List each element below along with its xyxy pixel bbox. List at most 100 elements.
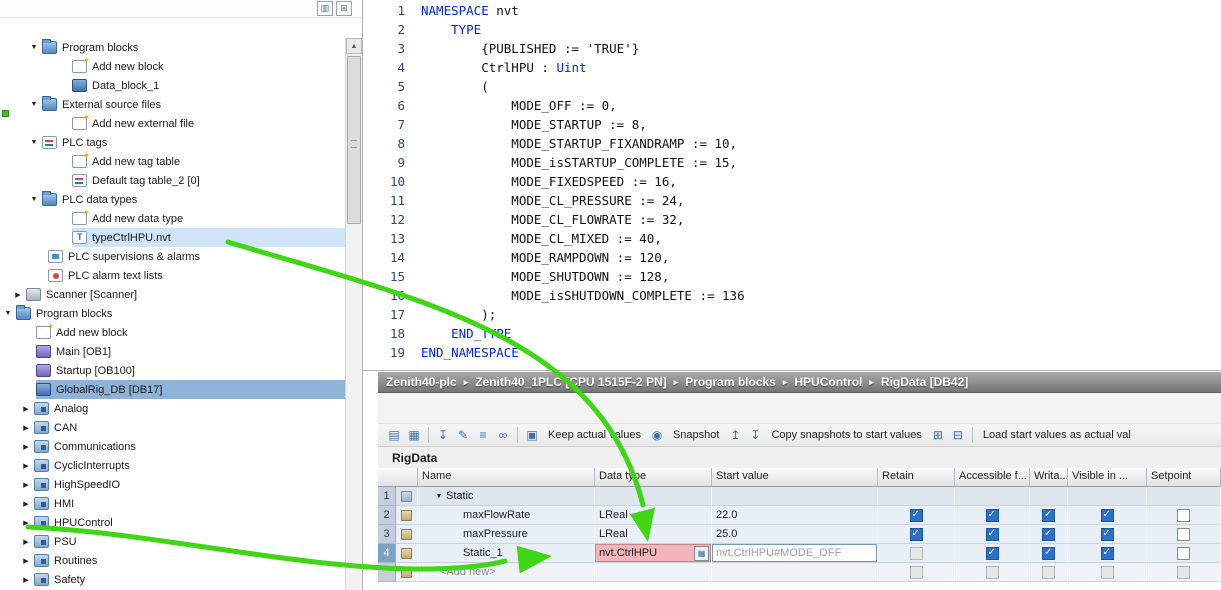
- cell-start-value[interactable]: [712, 563, 878, 582]
- tree-item-globalrig-db-db17[interactable]: GlobalRig_DB [DB17]: [0, 380, 345, 399]
- insert-row-icon[interactable]: ▤: [384, 426, 404, 445]
- chevron-down-icon[interactable]: ▼: [26, 139, 42, 146]
- tree-scrollbar[interactable]: ▲: [345, 38, 362, 590]
- accessible-checkbox[interactable]: [986, 528, 999, 541]
- cell-data-type[interactable]: LReal: [595, 525, 712, 544]
- tree-item-external-source-files[interactable]: ▼External source files: [0, 95, 345, 114]
- chevron-right-icon[interactable]: ▶: [18, 557, 34, 565]
- row-number[interactable]: 2: [378, 506, 396, 525]
- tree-item-safety[interactable]: ▶Safety: [0, 570, 345, 589]
- chevron-right-icon[interactable]: ▶: [18, 481, 34, 489]
- column-header-start-value[interactable]: Start value: [712, 468, 878, 487]
- monitor-icon[interactable]: ∞: [493, 426, 513, 445]
- tree-item-analog[interactable]: ▶Analog: [0, 399, 345, 418]
- list-icon[interactable]: ≡: [473, 426, 493, 445]
- tree-item-add-new-block[interactable]: Add new block: [0, 323, 345, 342]
- setpoint-checkbox[interactable]: [1177, 528, 1190, 541]
- panes-icon[interactable]: ▥: [317, 1, 333, 16]
- scrollbar-thumb[interactable]: [347, 56, 361, 224]
- visible-checkbox[interactable]: [1101, 509, 1114, 522]
- tree-item-psu[interactable]: ▶PSU: [0, 532, 345, 551]
- chevron-down-icon[interactable]: ▼: [0, 310, 16, 317]
- chevron-down-icon[interactable]: ▼: [26, 101, 42, 108]
- cell-name[interactable]: maxPressure: [418, 525, 595, 544]
- tree-item-hmi[interactable]: ▶HMI: [0, 494, 345, 513]
- tree-item-highspeedio[interactable]: ▶HighSpeedIO: [0, 475, 345, 494]
- chevron-right-icon[interactable]: ▶: [18, 405, 34, 413]
- breadcrumb-segment-rigdata-db42[interactable]: RigData [DB42]: [881, 375, 968, 389]
- column-header-visible-in[interactable]: Visible in ...: [1068, 468, 1147, 487]
- tree-item-plc-tags[interactable]: ▼PLC tags: [0, 133, 345, 152]
- visible-checkbox[interactable]: [1101, 528, 1114, 541]
- writable-checkbox[interactable]: [1042, 528, 1055, 541]
- column-header-name[interactable]: Name: [418, 468, 595, 487]
- column-header-setpoint[interactable]: Setpoint: [1147, 468, 1221, 487]
- chevron-down-icon[interactable]: ▼: [434, 493, 444, 500]
- cell-name[interactable]: ▼Static: [418, 487, 595, 506]
- accessible-checkbox[interactable]: [986, 547, 999, 560]
- tree-item-communications[interactable]: ▶Communications: [0, 437, 345, 456]
- setpoint-checkbox[interactable]: [1177, 547, 1190, 560]
- tree-item-data-block-1[interactable]: Data_block_1: [0, 76, 345, 95]
- chevron-down-icon[interactable]: ▼: [26, 196, 42, 203]
- tree-item-plc-alarm-text-lists[interactable]: PLC alarm text lists: [0, 266, 345, 285]
- cell-data-type[interactable]: nvt.CtrlHPU▦: [595, 544, 712, 563]
- tree-item-typectrlhpu-nvt[interactable]: typeCtrlHPU.nvt: [0, 228, 345, 247]
- tree-item-plc-data-types[interactable]: ▼PLC data types: [0, 190, 345, 209]
- column-header-data-type[interactable]: Data type: [595, 468, 712, 487]
- chevron-down-icon[interactable]: ▼: [26, 44, 42, 51]
- accessible-checkbox[interactable]: [986, 509, 999, 522]
- chevron-right-icon[interactable]: ▶: [18, 424, 34, 432]
- column-header-accessible-f[interactable]: Accessible f...: [955, 468, 1030, 487]
- writable-checkbox[interactable]: [1042, 547, 1055, 560]
- scroll-up-icon[interactable]: ▲: [346, 38, 362, 54]
- cell-start-value[interactable]: 25.0: [712, 525, 878, 544]
- row-number[interactable]: 1: [378, 487, 396, 506]
- column-header-writa[interactable]: Writa...: [1030, 468, 1068, 487]
- tree-item-add-new-block[interactable]: Add new block: [0, 57, 345, 76]
- tree-item-program-blocks[interactable]: ▼Program blocks: [0, 38, 345, 57]
- cell-data-type[interactable]: [595, 563, 712, 582]
- cell-name[interactable]: Static_1: [418, 544, 595, 563]
- add-row-icon[interactable]: ▦: [404, 426, 424, 445]
- code-editor[interactable]: 12345678910111213141516171819 NAMESPACE …: [363, 0, 1221, 371]
- cell-data-type[interactable]: LReal: [595, 506, 712, 525]
- retain-checkbox[interactable]: [910, 509, 923, 522]
- cell-start-value[interactable]: nvt.CtrlHPU#MODE_OFF: [712, 544, 878, 563]
- visible-checkbox[interactable]: [1101, 547, 1114, 560]
- tree-item-add-new-data-type[interactable]: Add new data type: [0, 209, 345, 228]
- cell-data-type[interactable]: [595, 487, 712, 506]
- tree-item-add-new-tag-table[interactable]: Add new tag table: [0, 152, 345, 171]
- snapshot-up-icon[interactable]: ↥: [725, 426, 745, 445]
- edit-icon[interactable]: ✎: [453, 426, 473, 445]
- snapshot-button[interactable]: Snapshot: [667, 429, 725, 441]
- chevron-right-icon[interactable]: ▶: [18, 519, 34, 527]
- load-start-values-button[interactable]: Load start values as actual val: [977, 429, 1137, 441]
- tree-item-main-ob1[interactable]: Main [OB1]: [0, 342, 345, 361]
- keep-actual-values-button[interactable]: Keep actual values: [542, 429, 647, 441]
- row-number[interactable]: [378, 563, 396, 582]
- cell-start-value[interactable]: [712, 487, 878, 506]
- tree-item-add-new-external-file[interactable]: Add new external file: [0, 114, 345, 133]
- snapshot-down-icon[interactable]: ↧: [745, 426, 765, 445]
- tree-item-program-blocks[interactable]: ▼Program blocks: [0, 304, 345, 323]
- float-window-icon[interactable]: ⊞: [336, 1, 352, 16]
- chevron-right-icon[interactable]: ▶: [18, 500, 34, 508]
- chevron-right-icon[interactable]: ▶: [18, 462, 34, 470]
- tree-item-can[interactable]: ▶CAN: [0, 418, 345, 437]
- import-icon[interactable]: ↧: [433, 426, 453, 445]
- datatype-browse-icon[interactable]: ▦: [694, 546, 709, 561]
- copy-start-icon[interactable]: ⊞: [928, 426, 948, 445]
- cell-name[interactable]: <Add new>: [418, 563, 595, 582]
- breadcrumb-segment-zenith40-plc[interactable]: Zenith40-plc: [386, 375, 457, 389]
- retain-checkbox[interactable]: [910, 528, 923, 541]
- tree-item-default-tag-table-2-0[interactable]: Default tag table_2 [0]: [0, 171, 345, 190]
- copy-snapshots-button[interactable]: Copy snapshots to start values: [765, 429, 927, 441]
- breadcrumb-segment-program-blocks[interactable]: Program blocks: [685, 375, 776, 389]
- row-number[interactable]: 3: [378, 525, 396, 544]
- writable-checkbox[interactable]: [1042, 509, 1055, 522]
- tree-item-routines[interactable]: ▶Routines: [0, 551, 345, 570]
- cell-start-value[interactable]: 22.0: [712, 506, 878, 525]
- tree-item-hpucontrol[interactable]: ▶HPUControl: [0, 513, 345, 532]
- tree-item-cyclicinterrupts[interactable]: ▶CyclicInterrupts: [0, 456, 345, 475]
